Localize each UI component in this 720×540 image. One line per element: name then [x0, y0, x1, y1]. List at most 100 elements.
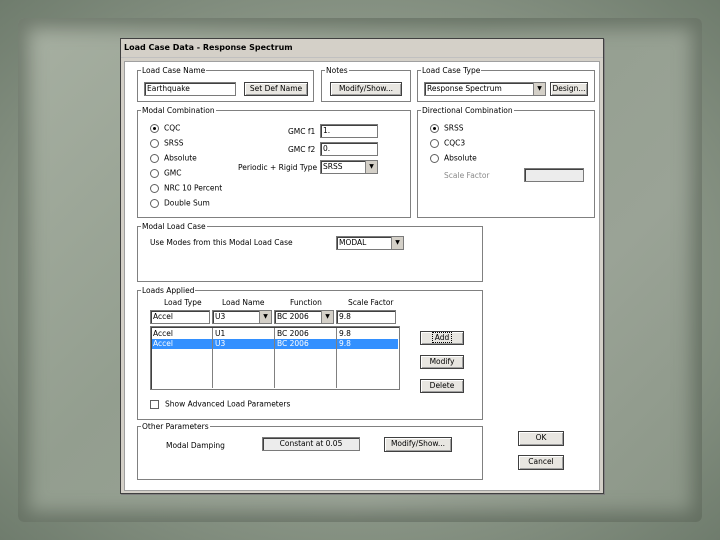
radio-dot-icon — [430, 123, 439, 133]
radio-absolute[interactable]: Absolute — [150, 153, 197, 164]
modal-load-case-legend: Modal Load Case — [141, 222, 207, 231]
table-row[interactable]: Accel U1 BC 2006 9.8 — [152, 329, 398, 339]
cell-load-type: Accel — [153, 329, 173, 338]
modal-load-case-label: Use Modes from this Modal Load Case — [150, 238, 293, 247]
set-def-name-label: Set Def Name — [249, 84, 303, 93]
modal-damping-value: Constant at 0.05 — [262, 437, 360, 451]
cell-function: BC 2006 — [277, 339, 309, 348]
modal-damping-text: Constant at 0.05 — [279, 439, 343, 448]
directional-combination-legend: Directional Combination — [421, 106, 514, 115]
radio-dot-icon — [150, 183, 159, 193]
cell-scale-factor: 9.8 — [339, 329, 351, 338]
edit-load-name[interactable]: U3 ▼ — [212, 310, 272, 324]
radio-dir-absolute-label: Absolute — [444, 153, 477, 163]
radio-dot-icon — [150, 168, 159, 178]
load-case-type-group: Load Case Type Response Spectrum ▼ Desig… — [417, 66, 595, 102]
dialog-title: Load Case Data - Response Spectrum — [124, 43, 293, 52]
loads-list[interactable]: Accel U1 BC 2006 9.8 Accel U3 BC 2006 9.… — [150, 326, 400, 390]
notes-modify-show-label: Modify/Show... — [338, 84, 394, 93]
periodic-rigid-label: Periodic + Rigid Type — [238, 163, 318, 172]
edit-function-value: BC 2006 — [277, 312, 309, 321]
load-case-type-value: Response Spectrum — [427, 84, 502, 93]
radio-srss[interactable]: SRSS — [150, 138, 184, 149]
dialog-titlebar: Load Case Data - Response Spectrum — [121, 39, 603, 58]
other-parameters-group: Other Parameters Modal Damping Constant … — [137, 422, 483, 480]
load-case-name-group: Load Case Name Earthquake Set Def Name — [137, 66, 314, 102]
radio-dir-absolute[interactable]: Absolute — [430, 153, 477, 164]
scale-factor-input[interactable] — [524, 168, 584, 182]
show-advanced-checkbox[interactable]: Show Advanced Load Parameters — [150, 399, 290, 409]
loads-applied-group: Loads Applied Load Type Load Name Functi… — [137, 286, 483, 420]
modal-load-case-select[interactable]: MODAL ▼ — [336, 236, 404, 250]
modify-button[interactable]: Modify — [420, 355, 464, 369]
cell-load-type: Accel — [153, 339, 173, 348]
notes-legend: Notes — [325, 66, 349, 75]
chevron-down-icon[interactable]: ▼ — [533, 83, 545, 95]
column-divider — [274, 328, 275, 388]
col-header-scale-factor: Scale Factor — [348, 298, 394, 307]
radio-dot-icon — [150, 123, 159, 133]
cell-load-name: U3 — [215, 339, 226, 348]
radio-nrc-10-percent[interactable]: NRC 10 Percent — [150, 183, 222, 194]
damping-modify-show-button[interactable]: Modify/Show... — [384, 437, 452, 452]
design-label: Design... — [552, 84, 586, 93]
chevron-down-icon[interactable]: ▼ — [365, 161, 377, 173]
modify-label: Modify — [429, 357, 455, 366]
radio-gmc-label: GMC — [164, 168, 182, 178]
damping-modify-show-label: Modify/Show... — [390, 439, 446, 448]
radio-dot-icon — [430, 153, 439, 163]
radio-double-sum[interactable]: Double Sum — [150, 198, 210, 209]
delete-label: Delete — [429, 381, 455, 390]
column-divider — [336, 328, 337, 388]
gmc-f2-input[interactable]: 0. — [320, 142, 378, 156]
col-header-load-type: Load Type — [164, 298, 202, 307]
show-advanced-label: Show Advanced Load Parameters — [165, 399, 291, 409]
col-header-function: Function — [290, 298, 322, 307]
cell-load-name: U1 — [215, 329, 226, 338]
radio-dot-icon — [150, 198, 159, 208]
radio-cqc[interactable]: CQC — [150, 123, 180, 134]
set-def-name-button[interactable]: Set Def Name — [244, 82, 308, 96]
col-header-load-name: Load Name — [222, 298, 265, 307]
directional-combination-group: Directional Combination SRSS CQC3 Absolu… — [417, 106, 595, 218]
radio-dir-cqc3[interactable]: CQC3 — [430, 138, 465, 149]
radio-gmc[interactable]: GMC — [150, 168, 182, 179]
modal-damping-label: Modal Damping — [166, 441, 225, 450]
load-case-type-select[interactable]: Response Spectrum ▼ — [424, 82, 546, 96]
radio-dot-icon — [430, 138, 439, 148]
radio-absolute-label: Absolute — [164, 153, 197, 163]
ok-button[interactable]: OK — [518, 431, 564, 446]
edit-scale-factor[interactable]: 9.8 — [336, 310, 396, 324]
periodic-rigid-select[interactable]: SRSS ▼ — [320, 160, 378, 174]
cancel-button[interactable]: Cancel — [518, 455, 564, 470]
edit-function[interactable]: BC 2006 ▼ — [274, 310, 334, 324]
design-button[interactable]: Design... — [550, 82, 588, 96]
radio-dot-icon — [150, 153, 159, 163]
cancel-label: Cancel — [528, 457, 554, 466]
delete-button[interactable]: Delete — [420, 379, 464, 393]
chevron-down-icon[interactable]: ▼ — [259, 311, 271, 323]
modal-load-case-value: MODAL — [339, 238, 367, 247]
radio-nrc-label: NRC 10 Percent — [164, 183, 223, 193]
add-button[interactable]: Add — [420, 331, 464, 345]
radio-double-sum-label: Double Sum — [164, 198, 210, 208]
edit-load-name-value: U3 — [215, 312, 226, 321]
checkbox-box-icon — [150, 399, 159, 409]
radio-dir-srss[interactable]: SRSS — [430, 123, 464, 134]
radio-srss-label: SRSS — [164, 138, 184, 148]
load-case-name-input[interactable]: Earthquake — [144, 82, 236, 96]
gmc-f2-label: GMC f2 — [288, 145, 316, 154]
chevron-down-icon[interactable]: ▼ — [321, 311, 333, 323]
table-row-selected[interactable]: Accel U3 BC 2006 9.8 — [152, 339, 398, 349]
load-case-type-legend: Load Case Type — [421, 66, 482, 75]
load-case-name-legend: Load Case Name — [141, 66, 207, 75]
notes-modify-show-button[interactable]: Modify/Show... — [330, 82, 402, 96]
edit-load-type[interactable]: Accel — [150, 310, 210, 324]
radio-cqc-label: CQC — [164, 123, 181, 133]
gmc-f1-input[interactable]: 1. — [320, 124, 378, 138]
other-parameters-legend: Other Parameters — [141, 422, 210, 431]
chevron-down-icon[interactable]: ▼ — [391, 237, 403, 249]
radio-dot-icon — [150, 138, 159, 148]
column-divider — [212, 328, 213, 388]
scale-factor-label: Scale Factor — [444, 171, 490, 180]
